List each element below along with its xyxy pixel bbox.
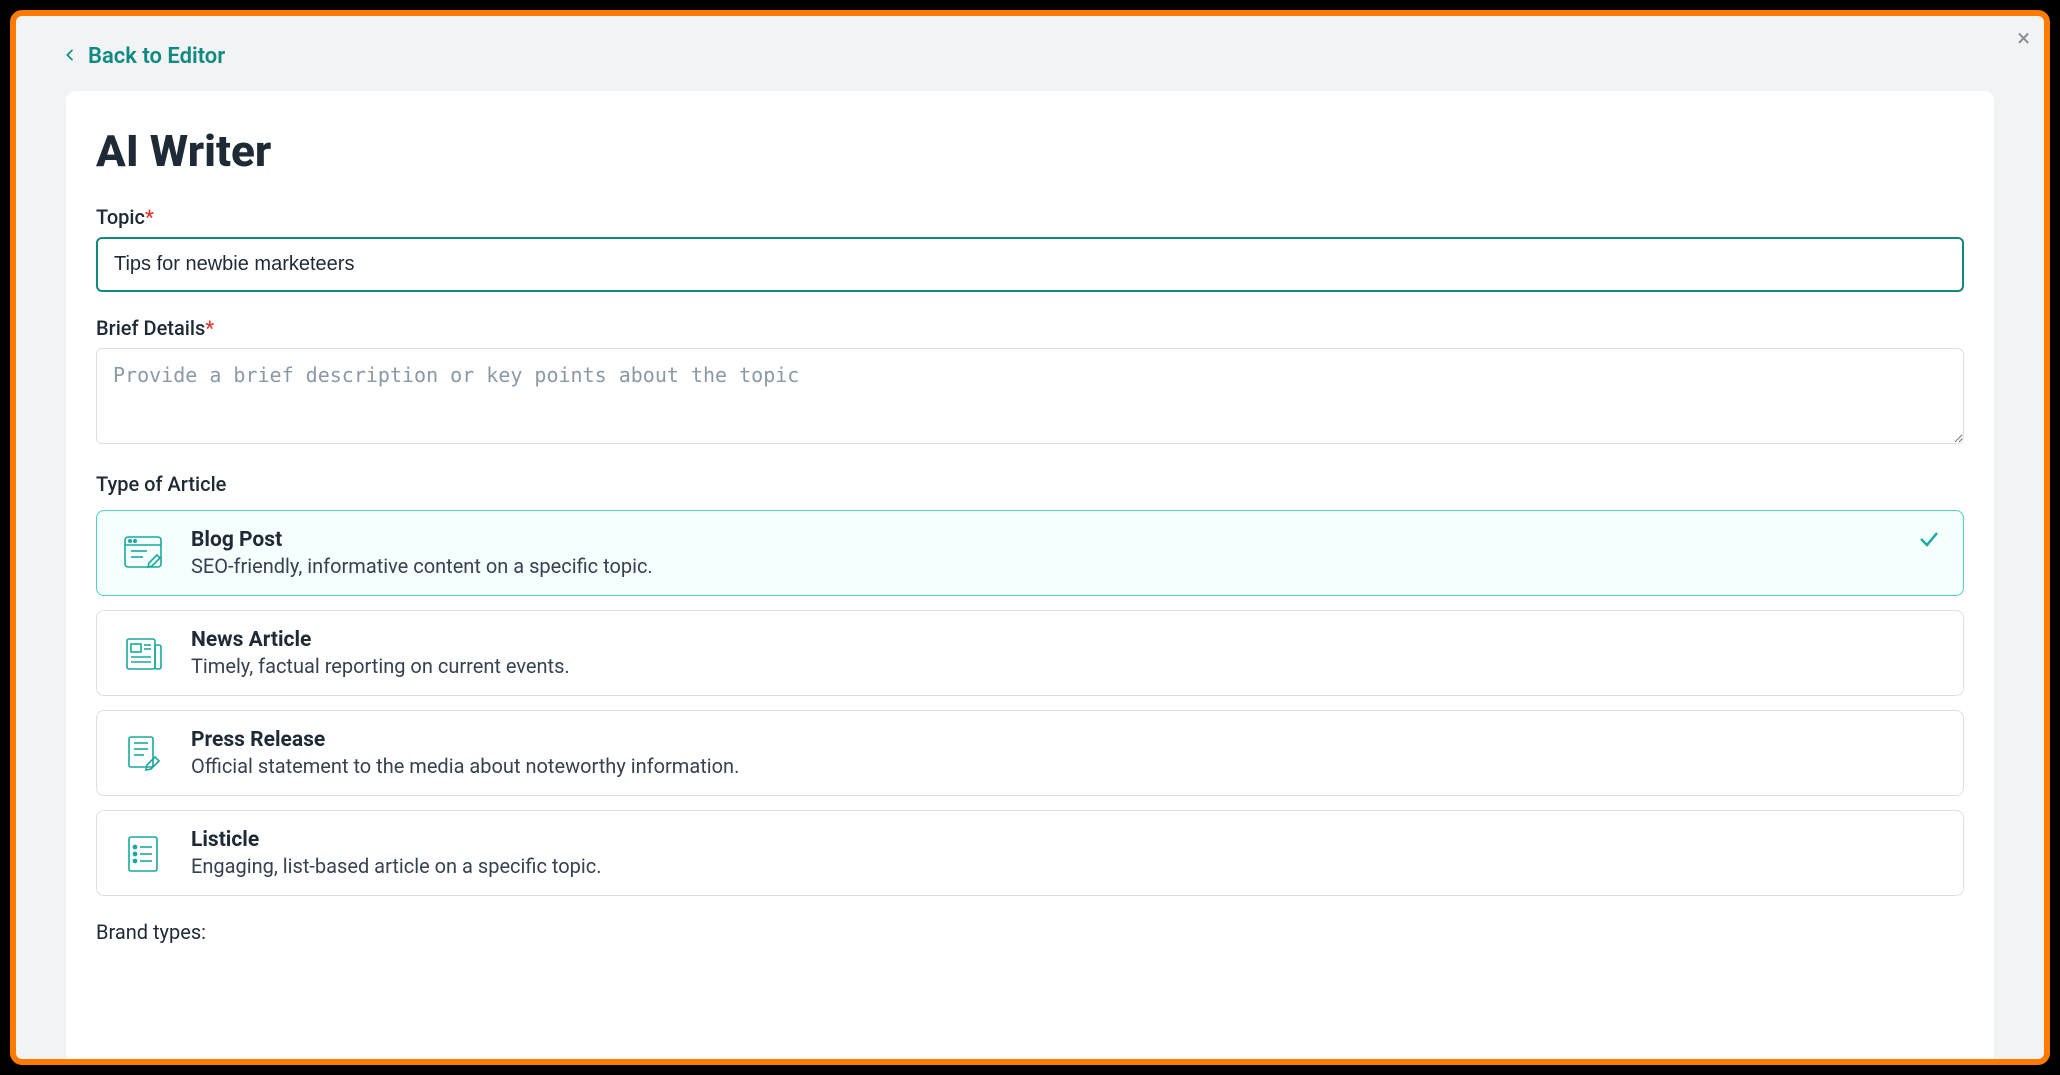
option-title: Blog Post: [191, 528, 1943, 552]
type-of-article-label: Type of Article: [96, 472, 1964, 496]
option-desc: SEO-friendly, informative content on a s…: [191, 554, 1943, 578]
article-type-listicle[interactable]: Listicle Engaging, list-based article on…: [96, 810, 1964, 896]
option-desc: Official statement to the media about no…: [191, 754, 1943, 778]
back-to-editor-link[interactable]: Back to Editor: [16, 16, 225, 91]
press-release-icon: [117, 727, 169, 779]
check-icon: [1917, 527, 1941, 555]
option-desc: Timely, factual reporting on current eve…: [191, 654, 1943, 678]
brief-details-input[interactable]: [96, 348, 1964, 444]
chevron-left-icon: [62, 44, 78, 69]
ai-writer-card: AI Writer Topic* Brief Details*: [66, 91, 1994, 1059]
back-link-label: Back to Editor: [88, 44, 225, 69]
article-type-news-article[interactable]: News Article Timely, factual reporting o…: [96, 610, 1964, 696]
page-title: AI Writer: [96, 125, 1964, 177]
option-title: Press Release: [191, 728, 1943, 752]
option-title: Listicle: [191, 828, 1943, 852]
article-type-press-release[interactable]: Press Release Official statement to the …: [96, 710, 1964, 796]
option-desc: Engaging, list-based article on a specif…: [191, 854, 1943, 878]
topic-input[interactable]: [96, 237, 1964, 292]
close-icon[interactable]: ×: [2017, 26, 2030, 50]
brief-details-label: Brief Details*: [96, 316, 1964, 340]
brand-types-label: Brand types:: [96, 920, 1964, 944]
main-scroll[interactable]: Back to Editor AI Writer Topic* Brief De…: [16, 16, 2044, 1059]
listicle-icon: [117, 827, 169, 879]
topic-label: Topic*: [96, 205, 1964, 229]
blog-post-icon: [117, 527, 169, 579]
news-article-icon: [117, 627, 169, 679]
option-title: News Article: [191, 628, 1943, 652]
article-type-blog-post[interactable]: Blog Post SEO-friendly, informative cont…: [96, 510, 1964, 596]
